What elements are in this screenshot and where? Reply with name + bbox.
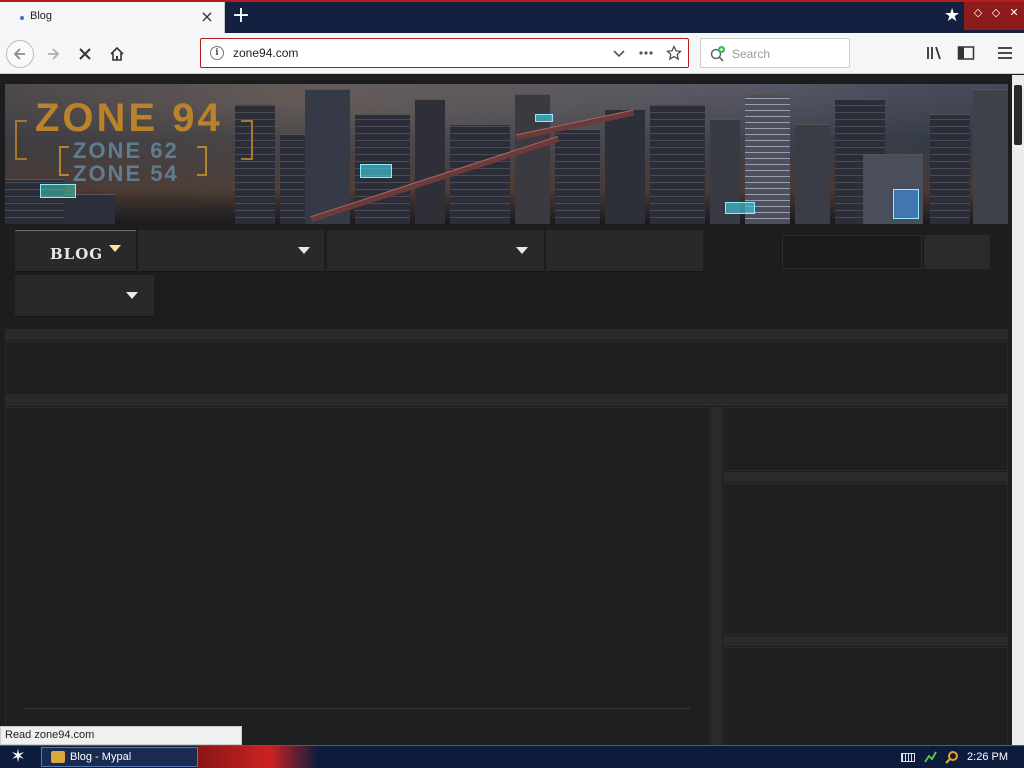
window-controls: ★ ◇ ◇ ✕ [944,2,1024,30]
navigation-toolbar: i zone94.com Search [0,33,1024,74]
content-rule [24,708,690,709]
network-icon[interactable] [923,750,937,764]
stop-loading-button[interactable] [71,40,99,68]
clock[interactable]: 2:26 PM [967,751,1008,763]
caret-down-icon [109,245,121,252]
menu-button[interactable] [994,43,1016,63]
sidebar-widget-3 [723,647,1008,745]
chevron-down-icon[interactable] [612,46,626,60]
address-bar[interactable]: i zone94.com [200,38,689,68]
scrollbar-thumb[interactable] [1014,85,1022,145]
browser-icon [51,751,65,763]
search-box[interactable]: Search [700,38,850,68]
sidebar-widget-2 [723,483,1008,635]
nav-item-3[interactable] [327,230,544,272]
address-bar-actions [612,43,682,63]
sidebar-button[interactable] [955,43,977,63]
site-info-icon[interactable]: i [210,46,224,60]
home-icon [110,46,124,61]
star-icon: ★ [944,5,961,26]
main-content [5,407,710,745]
sidebar-divider-1 [723,472,1008,482]
nav-item-4[interactable] [546,230,703,272]
header-banner: ZONE 94 ZONE 62 ZONE 54 [5,84,1008,224]
url-text[interactable]: zone94.com [233,46,298,60]
new-tab-button[interactable]: + [229,4,253,28]
site-search-input[interactable] [782,235,922,269]
back-arrow-icon [13,48,25,60]
tab-blog[interactable]: Blog × [0,2,225,33]
taskbar: ✶ Blog - Mypal 2:26 PM [0,745,1024,768]
caret-down-icon [298,247,310,254]
nav-item-label: BLOG [50,245,104,263]
stop-icon [79,48,91,60]
tab-loading-indicator [20,16,24,20]
maximize-button[interactable]: ◇ [988,5,1004,21]
header-divider [5,329,1008,340]
page-actions-icon[interactable] [638,46,654,60]
site-search-button[interactable] [924,235,990,269]
minimize-button[interactable]: ◇ [970,5,986,21]
nav-item-2[interactable] [138,230,324,272]
start-button[interactable]: ✶ [6,746,30,768]
page-scrollbar[interactable] [1012,75,1024,745]
keyboard-icon[interactable] [901,752,916,762]
search-icon [710,46,725,62]
caret-down-icon [126,292,138,299]
hamburger-icon [998,47,1012,59]
task-label: Blog - Mypal [70,751,132,763]
taskbar-window-button[interactable]: Blog - Mypal [41,747,198,767]
status-bar: Read zone94.com [0,726,242,745]
close-window-button[interactable]: ✕ [1006,5,1022,21]
bookmark-star-icon[interactable] [666,45,682,61]
library-icon [927,46,941,60]
close-tab-icon[interactable]: × [199,8,215,26]
web-page: ZONE 94 ZONE 62 ZONE 54 BLOG [0,75,1012,745]
library-button[interactable] [923,43,945,63]
tab-strip: Blog × + ★ ◇ ◇ ✕ [0,0,1024,33]
search-placeholder: Search [732,47,771,61]
taskbar-decoration [198,746,318,768]
back-button[interactable] [6,40,34,68]
forward-button[interactable] [39,40,67,68]
column-divider [711,407,722,745]
nav-item-blog[interactable]: BLOG [15,230,136,272]
caret-down-icon [516,247,528,254]
forward-arrow-icon [48,48,60,60]
sidebar-divider-2 [723,636,1008,646]
breadcrumb-area [5,341,1008,395]
sidebar-icon [957,46,975,60]
content-divider [5,395,1008,406]
logo-subtitle-2: ZONE 54 [73,161,179,186]
sidebar-widget-1 [723,407,1008,471]
nav-item-5[interactable] [15,275,154,317]
logo-title: ZONE 94 [35,96,223,140]
tab-title: Blog [30,10,53,22]
system-tray: 2:26 PM [901,746,1024,768]
home-button[interactable] [103,40,131,68]
search-tray-icon[interactable] [945,750,959,764]
site-logo[interactable]: ZONE 94 ZONE 62 ZONE 54 [15,92,255,202]
